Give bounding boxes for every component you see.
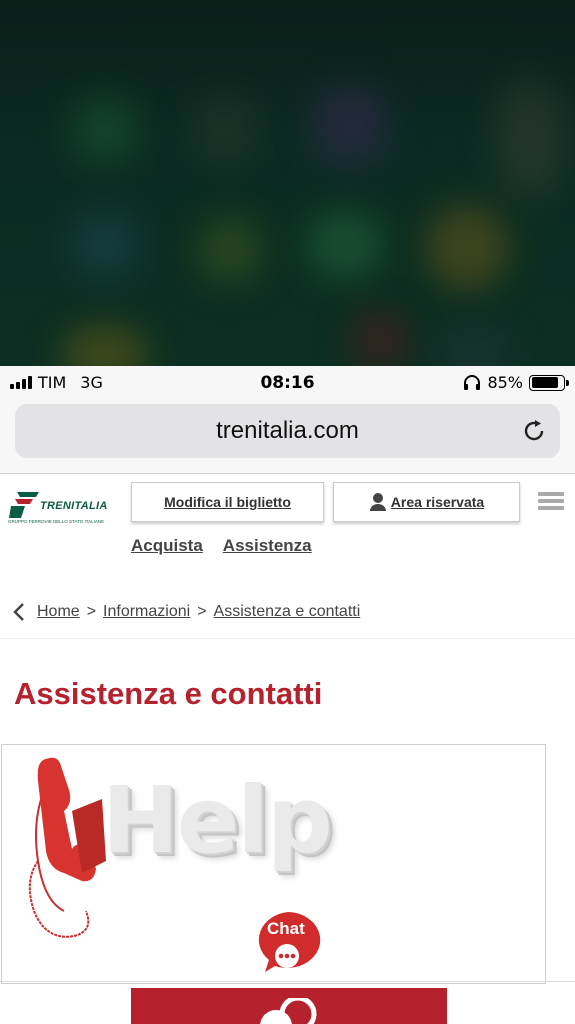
fs-logo-icon	[9, 492, 39, 518]
chevron-left-icon[interactable]	[12, 602, 26, 622]
chat-cta-button[interactable]	[131, 988, 447, 1024]
area-label: Area riservata	[390, 494, 485, 510]
browser-toolbar: trenitalia.com	[0, 399, 575, 474]
logo-subtext: GRUPPO FERROVIE DELLO STATO ITALIANE	[8, 519, 105, 524]
chat-icon	[260, 998, 317, 1024]
signal-icon	[10, 376, 32, 389]
telephone-icon	[28, 757, 106, 938]
trenitalia-logo[interactable]: TRENITALIA GRUPPO FERROVIE DELLO STATO I…	[7, 488, 117, 528]
nav-assistenza[interactable]: Assistenza	[223, 536, 312, 556]
breadcrumb-separator: >	[197, 603, 207, 620]
logo-text: TRENITALIA	[40, 500, 108, 512]
address-bar[interactable]: trenitalia.com	[15, 404, 560, 458]
area-riservata-button[interactable]: Area riservata	[333, 482, 520, 522]
chat-label: Chat	[267, 919, 305, 938]
breadcrumb-separator: >	[86, 603, 97, 620]
breadcrumb-informazioni[interactable]: Informazioni	[103, 603, 190, 621]
user-icon	[369, 493, 386, 511]
breadcrumb-home[interactable]: Home	[37, 603, 80, 621]
modifica-label: Modifica il biglietto	[164, 494, 291, 510]
breadcrumb-current[interactable]: Assistenza e contatti	[214, 603, 361, 621]
help-text: Help	[102, 767, 333, 874]
divider	[0, 981, 575, 982]
reload-icon[interactable]	[522, 418, 548, 444]
battery-percent: 85%	[487, 373, 523, 392]
home-screen-backdrop	[0, 0, 575, 366]
breadcrumb: Home > Informazioni > Assistenza e conta…	[12, 600, 360, 624]
battery-icon	[529, 374, 569, 391]
page-title: Assistenza e contatti	[14, 676, 323, 711]
modifica-biglietto-button[interactable]: Modifica il biglietto	[131, 482, 324, 522]
url-text: trenitalia.com	[216, 417, 359, 444]
site-header: TRENITALIA GRUPPO FERROVIE DELLO STATO I…	[0, 474, 575, 574]
help-banner-image[interactable]: Help Chat	[1, 744, 546, 984]
main-nav: Acquista Assistenza	[131, 536, 312, 556]
nav-acquista[interactable]: Acquista	[131, 536, 203, 556]
divider	[0, 638, 575, 639]
network-type: 3G	[80, 373, 103, 392]
status-bar: TIM 3G 08:16 85%	[0, 366, 575, 399]
hamburger-menu-icon[interactable]	[538, 492, 564, 512]
carrier-name: TIM	[38, 373, 67, 392]
headphones-icon	[464, 374, 481, 390]
